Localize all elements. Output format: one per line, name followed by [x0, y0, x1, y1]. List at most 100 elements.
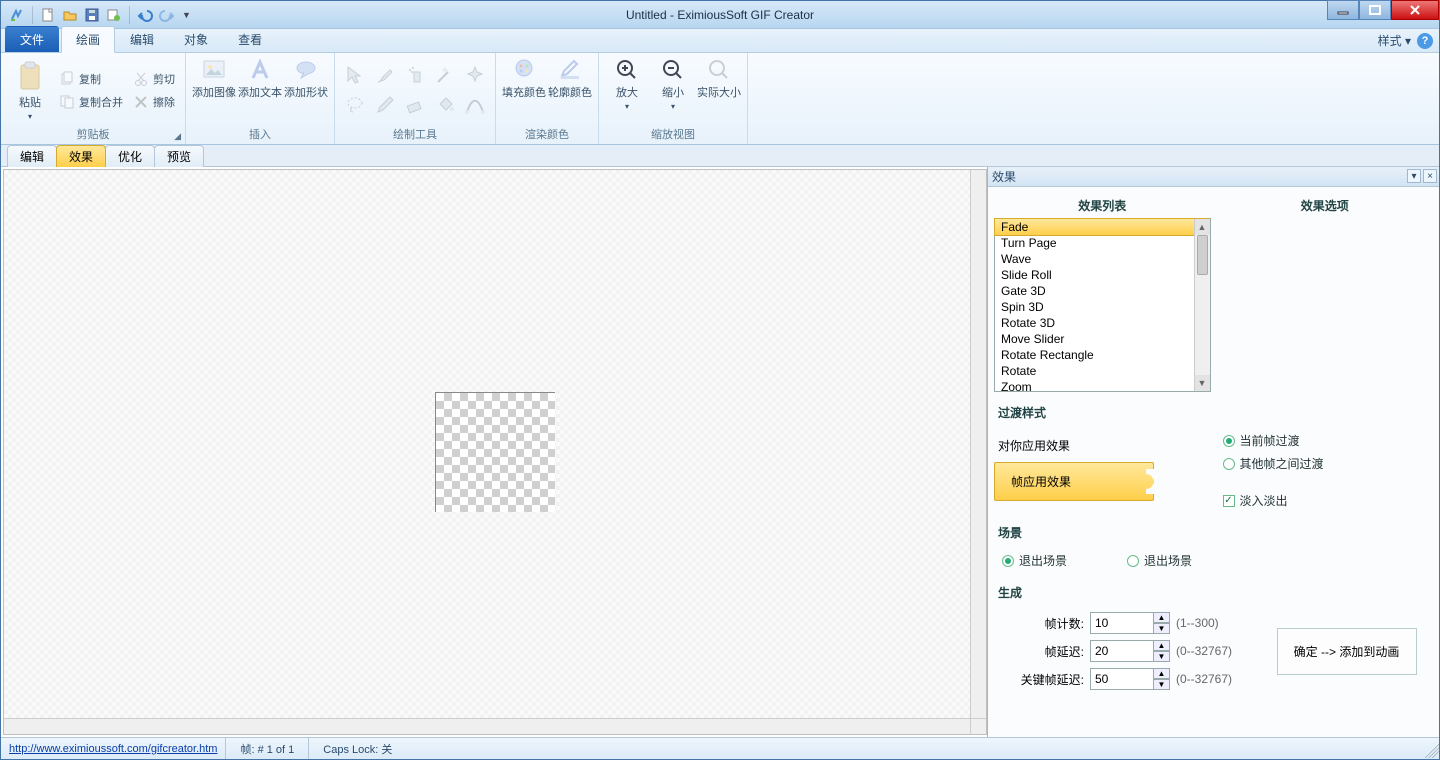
generate-header: 生成 — [994, 578, 1433, 603]
qat-redo-icon[interactable] — [157, 5, 177, 25]
stroke-color-button[interactable]: 轮廓颜色 — [548, 56, 592, 124]
panel-title: 效果 — [992, 168, 1016, 185]
ribbon-tab-object[interactable]: 对象 — [169, 26, 223, 52]
effects-listbox[interactable]: FadeTurn PageWaveSlide RollGate 3DSpin 3… — [994, 218, 1211, 392]
titlebar: ▼ Untitled - EximiousSoft GIF Creator — [1, 1, 1439, 29]
effect-item[interactable]: Rotate — [995, 363, 1210, 379]
status-frame: 帧: # 1 of 1 — [225, 738, 308, 759]
effect-item[interactable]: Move Slider — [995, 331, 1210, 347]
window-maximize-button[interactable] — [1359, 0, 1391, 20]
zoom-actual-button[interactable]: 实际大小 — [697, 56, 741, 124]
tool-curve-icon[interactable] — [461, 91, 489, 119]
tool-select-icon[interactable] — [341, 61, 369, 89]
status-bar: http://www.eximioussoft.com/gifcreator.h… — [1, 737, 1439, 759]
tool-lasso-icon[interactable] — [341, 91, 369, 119]
canvas-frame[interactable] — [435, 392, 555, 512]
status-url-link[interactable]: http://www.eximioussoft.com/gifcreator.h… — [1, 743, 225, 755]
add-text-button[interactable]: 添加文本 — [238, 56, 282, 124]
clipboard-launcher-icon[interactable]: ◢ — [174, 131, 181, 142]
wstab-edit[interactable]: 编辑 — [7, 145, 57, 167]
spin-up-icon[interactable]: ▲ — [1154, 668, 1170, 679]
qat-undo-icon[interactable] — [135, 5, 155, 25]
effect-item[interactable]: Rotate Rectangle — [995, 347, 1210, 363]
scroll-up-icon[interactable]: ▲ — [1195, 219, 1210, 235]
wstab-preview[interactable]: 预览 — [154, 145, 204, 167]
ribbon-tab-view[interactable]: 查看 — [223, 26, 277, 52]
wstab-optimize[interactable]: 优化 — [105, 145, 155, 167]
tool-pencil-icon[interactable] — [371, 91, 399, 119]
ribbon-tab-draw[interactable]: 绘画 — [61, 26, 115, 53]
effects-options-header: 效果选项 — [1217, 193, 1434, 218]
zoom-in-button[interactable]: 放大▾ — [605, 56, 649, 124]
scroll-down-icon[interactable]: ▼ — [1195, 375, 1210, 391]
group-label-clipboard: 剪贴板 — [77, 129, 110, 141]
transition-header: 过渡样式 — [994, 398, 1433, 423]
ribbon-tab-file[interactable]: 文件 — [5, 26, 59, 52]
key-delay-input[interactable]: ▲▼ — [1090, 668, 1170, 690]
listbox-scrollbar[interactable]: ▲ ▼ — [1194, 219, 1210, 391]
effects-panel: 效果 ▾ × 效果列表 FadeTurn PageWaveSlide RollG… — [987, 167, 1439, 737]
frame-delay-input[interactable]: ▲▼ — [1090, 640, 1170, 662]
scroll-thumb[interactable] — [1197, 235, 1208, 275]
help-icon[interactable]: ? — [1417, 33, 1433, 49]
resize-grip-icon[interactable] — [1421, 740, 1439, 758]
effect-item[interactable]: Slide Roll — [995, 267, 1210, 283]
qat-save-icon[interactable] — [82, 5, 102, 25]
qat-app-icon[interactable] — [7, 5, 27, 25]
ok-add-button[interactable]: 确定 --> 添加到动画 — [1277, 628, 1417, 675]
spin-down-icon[interactable]: ▼ — [1154, 623, 1170, 634]
spin-down-icon[interactable]: ▼ — [1154, 679, 1170, 690]
ribbon-tab-edit[interactable]: 编辑 — [115, 26, 169, 52]
wstab-effect[interactable]: 效果 — [56, 145, 106, 167]
checkbox-fadeinout[interactable]: 淡入淡出 — [1223, 489, 1434, 512]
frame-delay-label: 帧延迟: — [998, 643, 1084, 660]
tool-eraser-icon[interactable] — [401, 91, 429, 119]
effect-item[interactable]: Wave — [995, 251, 1210, 267]
tool-brush-icon[interactable] — [371, 61, 399, 89]
add-shape-button[interactable]: 添加形状 — [284, 56, 328, 124]
qat-customize-icon[interactable]: ▼ — [179, 10, 194, 20]
radio-exit-scene-a[interactable]: 退出场景 — [1002, 549, 1067, 572]
canvas-scrollbar-horizontal[interactable] — [4, 718, 970, 734]
panel-close-icon[interactable]: × — [1423, 169, 1437, 183]
spin-up-icon[interactable]: ▲ — [1154, 612, 1170, 623]
tool-bucket-icon[interactable] — [431, 91, 459, 119]
erase-button[interactable]: 擦除 — [129, 91, 179, 113]
group-label-insert: 插入 — [192, 124, 328, 142]
window-close-button[interactable] — [1391, 0, 1439, 20]
effect-item[interactable]: Turn Page — [995, 235, 1210, 251]
zoom-out-button[interactable]: 缩小▾ — [651, 56, 695, 124]
canvas-area[interactable] — [3, 169, 987, 735]
effects-list-header: 效果列表 — [994, 193, 1211, 218]
fill-color-button[interactable]: 填充颜色 — [502, 56, 546, 124]
effect-item[interactable]: Rotate 3D — [995, 315, 1210, 331]
apply-effect-button[interactable]: 帧应用效果 — [994, 462, 1154, 501]
tool-wand-icon[interactable] — [431, 61, 459, 89]
tool-spray-icon[interactable] — [401, 61, 429, 89]
radio-current-frame[interactable]: 当前帧过渡 — [1223, 429, 1434, 452]
radio-other-frames[interactable]: 其他帧之间过渡 — [1223, 452, 1434, 475]
qat-export-icon[interactable] — [104, 5, 124, 25]
copy-button[interactable]: 复制 — [55, 68, 127, 90]
spin-down-icon[interactable]: ▼ — [1154, 651, 1170, 662]
qat-open-icon[interactable] — [60, 5, 80, 25]
ribbon-tabs: 文件 绘画 编辑 对象 查看 样式 ▾ ? — [1, 29, 1439, 53]
qat-new-icon[interactable] — [38, 5, 58, 25]
spin-up-icon[interactable]: ▲ — [1154, 640, 1170, 651]
cut-button[interactable]: 剪切 — [129, 68, 179, 90]
canvas-scrollbar-vertical[interactable] — [970, 170, 986, 718]
frame-count-input[interactable]: ▲▼ — [1090, 612, 1170, 634]
style-menu[interactable]: 样式 ▾ — [1378, 32, 1411, 49]
effect-item[interactable]: Zoom — [995, 379, 1210, 395]
paste-button[interactable]: 粘贴▾ — [7, 56, 53, 124]
panel-menu-icon[interactable]: ▾ — [1407, 169, 1421, 183]
copy-merge-button[interactable]: 复制合并 — [55, 91, 127, 113]
window-title: Untitled - EximiousSoft GIF Creator — [1, 8, 1439, 22]
tool-sparkle-icon[interactable] — [461, 61, 489, 89]
effect-item[interactable]: Spin 3D — [995, 299, 1210, 315]
effect-item[interactable]: Gate 3D — [995, 283, 1210, 299]
effect-item[interactable]: Fade — [994, 218, 1210, 236]
radio-exit-scene-b[interactable]: 退出场景 — [1127, 549, 1192, 572]
add-image-button[interactable]: 添加图像 — [192, 56, 236, 124]
window-minimize-button[interactable] — [1327, 0, 1359, 20]
